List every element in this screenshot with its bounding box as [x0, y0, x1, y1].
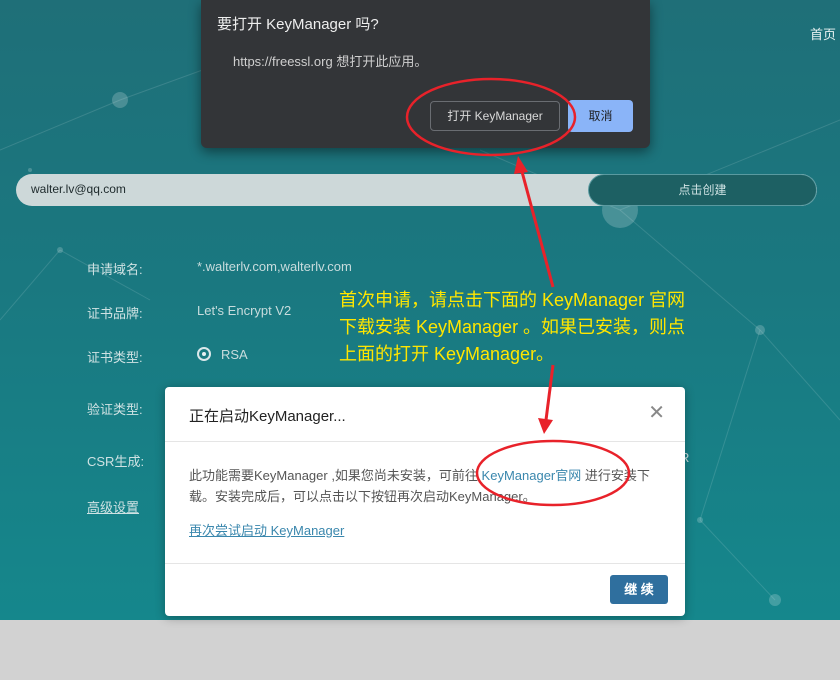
create-button[interactable]: 点击创建: [588, 174, 817, 206]
keymanager-site-link[interactable]: KeyManager官网: [482, 468, 582, 483]
close-icon[interactable]: ✕: [648, 403, 665, 423]
rsa-label: RSA: [221, 347, 248, 362]
brand-value[interactable]: Let's Encrypt V2: [197, 303, 291, 318]
annotation-line: 上面的打开 KeyManager。: [339, 344, 555, 364]
rsa-radio[interactable]: [197, 347, 211, 361]
cancel-button[interactable]: 取消: [568, 100, 633, 132]
page-bottom: [0, 620, 840, 680]
annotation-line: 下载安装 KeyManager 。如果已安装，则点: [339, 317, 686, 337]
domain-label: 申请域名:: [87, 262, 143, 277]
modal-divider: [165, 563, 685, 564]
nav-home-link[interactable]: 首页: [810, 24, 836, 43]
email-bar: walter.lv@qq.com 点击创建: [16, 174, 817, 206]
prompt-title: 要打开 KeyManager 吗?: [217, 16, 379, 33]
retry-launch-link[interactable]: 再次尝试启动 KeyManager: [189, 520, 344, 539]
modal-title: 正在启动KeyManager...: [189, 408, 346, 425]
verify-type-label: 验证类型:: [87, 402, 143, 417]
advanced-settings-link[interactable]: 高级设置: [87, 497, 139, 516]
cert-type-label: 证书类型:: [87, 350, 143, 365]
launch-modal: 正在启动KeyManager... ✕ 此功能需要KeyManager ,如果您…: [165, 387, 685, 616]
brand-label: 证书品牌:: [87, 306, 143, 321]
open-app-prompt: 要打开 KeyManager 吗? https://freessl.org 想打…: [201, 0, 650, 148]
modal-body: 此功能需要KeyManager ,如果您尚未安装，可前往 KeyManager官…: [189, 465, 661, 507]
prompt-message: https://freessl.org 想打开此应用。: [233, 54, 428, 69]
annotation-text: 首次申请，请点击下面的 KeyManager 官网 下载安装 KeyManage…: [339, 287, 759, 368]
annotation-line: 首次申请，请点击下面的 KeyManager 官网: [339, 290, 686, 310]
csr-label: CSR生成:: [87, 454, 145, 469]
domain-value: *.walterlv.com,walterlv.com: [197, 259, 352, 274]
email-field[interactable]: walter.lv@qq.com: [31, 182, 126, 196]
body-text: 此功能需要KeyManager ,如果您尚未安装，可前往: [189, 468, 482, 483]
modal-divider: [165, 441, 685, 442]
open-keymanager-button[interactable]: 打开 KeyManager: [430, 101, 560, 131]
continue-button[interactable]: 继 续: [610, 575, 668, 604]
